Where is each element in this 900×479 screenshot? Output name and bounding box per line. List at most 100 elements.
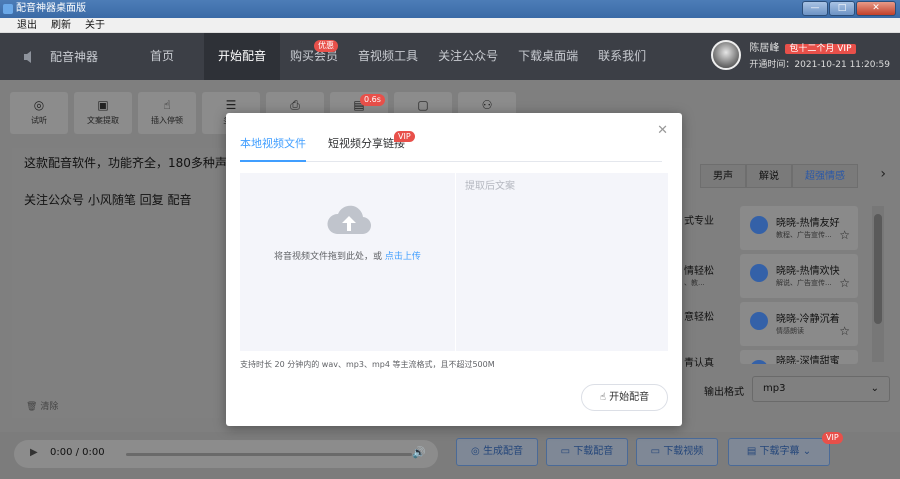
tool-insert-pause-label: 插入停顿 [151, 116, 183, 125]
vip-badge: VIP [394, 131, 415, 142]
voice-avatar [750, 312, 768, 330]
voice-tab-narration[interactable]: 解说 [746, 164, 792, 188]
frame-icon: ▢ [417, 98, 429, 112]
voice-list-scrollbar[interactable] [872, 206, 884, 362]
download-audio-label: 下载配音 [573, 446, 614, 457]
nav-av-tools[interactable]: 音视频工具 [348, 33, 428, 80]
voice-category-tabs: 男声 解说 超强情感 [700, 164, 858, 188]
upload-dropzone[interactable]: 将音视频文件拖到此处，或 点击上传 [240, 173, 455, 351]
users-icon: ⚇ [481, 98, 493, 112]
voice-tab-male[interactable]: 男声 [700, 164, 746, 188]
extracted-text-area[interactable] [456, 173, 668, 351]
voice-tab-emotion[interactable]: 超强情感 [792, 164, 858, 188]
menu-exit[interactable]: 退出 [10, 18, 44, 32]
tool-preview[interactable]: ◎ 试听 [10, 92, 68, 134]
user-info[interactable]: 陈居峰 包十二个月 VIP 开通时间：2021-10-21 11:20:59 [711, 39, 890, 70]
play-circle-icon: ◎ [471, 446, 483, 457]
nav-av-tools-label: 音视频工具 [358, 49, 419, 63]
upload-cloud-icon [327, 205, 372, 235]
avatar[interactable] [711, 39, 742, 70]
star-icon[interactable]: ☆ [839, 276, 850, 290]
subtitle-vip-badge: VIP [822, 432, 843, 444]
speaker-logo-icon [24, 50, 31, 63]
chevron-right-icon[interactable]: › [880, 166, 886, 182]
tool-insert-pause[interactable]: ☝ 插入停顿 [138, 92, 196, 134]
maximize-button[interactable]: □ [829, 1, 855, 16]
download-audio-button[interactable]: ▭ 下载配音 [546, 438, 628, 466]
voice-avatar [750, 360, 768, 364]
volume-icon[interactable]: 🔊 [412, 446, 426, 459]
nav-follow-account[interactable]: 关注公众号 [428, 33, 508, 80]
tool-extract-text[interactable]: ▣ 文案提取 [74, 92, 132, 134]
voice-avatar [750, 264, 768, 282]
scrollbar-thumb[interactable] [874, 214, 882, 324]
voice-name: 晓晓-冷静沉着 [776, 314, 840, 325]
nav-download-desktop[interactable]: 下载桌面端 [508, 33, 588, 80]
voice-partial-4[interactable]: 青认真 [684, 354, 714, 369]
generate-button[interactable]: ◎ 生成配音 [456, 438, 538, 466]
dialog-tabs: 本地视频文件 短视频分享链接 [240, 135, 662, 162]
voice-partial-1[interactable]: 式专业 [684, 212, 714, 227]
output-format-select[interactable]: mp3 ⌄ [752, 376, 890, 402]
start-dubbing-label: 开始配音 [609, 392, 650, 403]
output-format-label: 输出格式 [704, 387, 744, 398]
vip-tag: 包十二个月 VIP [785, 44, 856, 54]
tool-extract-text-label: 文案提取 [87, 116, 119, 125]
start-dubbing-button[interactable]: ☝ 开始配音 [581, 384, 668, 411]
generate-label: 生成配音 [482, 446, 523, 457]
chevron-down-icon: ⌄ [802, 446, 812, 457]
video-icon: ▭ [650, 446, 664, 457]
menu-about[interactable]: 关于 [78, 18, 112, 32]
voice-card[interactable]: 晓晓-深情甜蜜 [740, 350, 858, 364]
tab-local-file[interactable]: 本地视频文件 [240, 135, 306, 162]
user-name: 陈居峰 [749, 43, 780, 54]
chevron-down-icon: ⌄ [870, 383, 879, 394]
nav-start-dubbing[interactable]: 开始配音 [204, 33, 281, 80]
tool-preview-label: 试听 [31, 116, 47, 125]
extract-text-dialog: ✕ 本地视频文件 短视频分享链接 VIP 将音视频文件拖到此处，或 点击上传 支… [226, 113, 682, 426]
voice-card[interactable]: 晓晓-冷静沉着 情感朗读 ☆ [740, 302, 858, 346]
clear-label: 清除 [40, 402, 59, 412]
discount-badge: 优惠 [314, 40, 339, 52]
voice-desc: 教程、广告宣传... [776, 231, 832, 239]
menu-bar: 退出 刷新 关于 [0, 18, 900, 33]
download-subtitle-button[interactable]: ▤ 下载字幕 ⌄ [728, 438, 830, 466]
minimize-button[interactable]: — [802, 1, 828, 16]
nav-contact[interactable]: 联系我们 [588, 33, 656, 80]
voice-partial-2-sub: 、教... [684, 279, 705, 287]
logo[interactable]: 配音神器 [0, 48, 140, 65]
hand-icon: ☝ [163, 98, 171, 112]
hand-icon: ☝ [599, 392, 610, 403]
voice-partial-2[interactable]: 情轻松 [684, 262, 714, 277]
voice-card[interactable]: 晓晓-热情欢快 解说、广告宣传... ☆ [740, 254, 858, 298]
format-note: 支持时长 20 分钟内的 wav、mp3、mp4 等主流格式，且不超过500M [240, 360, 495, 369]
nav-buy-vip[interactable]: 购买会员 优惠 [280, 33, 348, 80]
window-title: 配音神器桌面版 [16, 3, 86, 14]
voice-card[interactable]: 晓晓-热情友好 教程、广告宣传... ☆ [740, 206, 858, 250]
trash-icon: 🗑 [26, 402, 38, 412]
voice-partial-3[interactable]: 意轻松 [684, 308, 714, 323]
play-icon[interactable]: ▶ [30, 447, 38, 458]
close-window-button[interactable]: ✕ [856, 1, 896, 16]
upload-hint: 将音视频文件拖到此处，或 点击上传 [240, 249, 455, 262]
menu-refresh[interactable]: 刷新 [44, 18, 78, 32]
progress-track[interactable] [126, 453, 412, 456]
nav-home[interactable]: 首页 [140, 33, 184, 80]
voice-desc: 情感朗读 [776, 327, 804, 335]
nav-follow-account-label: 关注公众号 [438, 49, 499, 63]
download-video-label: 下载视频 [663, 446, 704, 457]
vip-open-time: 开通时间：2021-10-21 11:20:59 [749, 60, 890, 70]
logo-text: 配音神器 [50, 50, 99, 64]
download-video-button[interactable]: ▭ 下载视频 [636, 438, 718, 466]
star-icon[interactable]: ☆ [839, 228, 850, 242]
clear-button[interactable]: 🗑 清除 [26, 399, 58, 412]
voice-name: 晓晓-热情欢快 [776, 266, 840, 277]
voice-name: 晓晓-热情友好 [776, 218, 840, 229]
voice-desc: 解说、广告宣传... [776, 279, 832, 287]
download-subtitle-label: 下载字幕 [759, 446, 800, 457]
nav-home-label: 首页 [150, 49, 175, 63]
click-upload-link[interactable]: 点击上传 [385, 252, 421, 262]
star-icon[interactable]: ☆ [839, 324, 850, 338]
upload-hint-text: 将音视频文件拖到此处，或 [274, 252, 385, 262]
extracted-text-input[interactable] [456, 173, 668, 351]
